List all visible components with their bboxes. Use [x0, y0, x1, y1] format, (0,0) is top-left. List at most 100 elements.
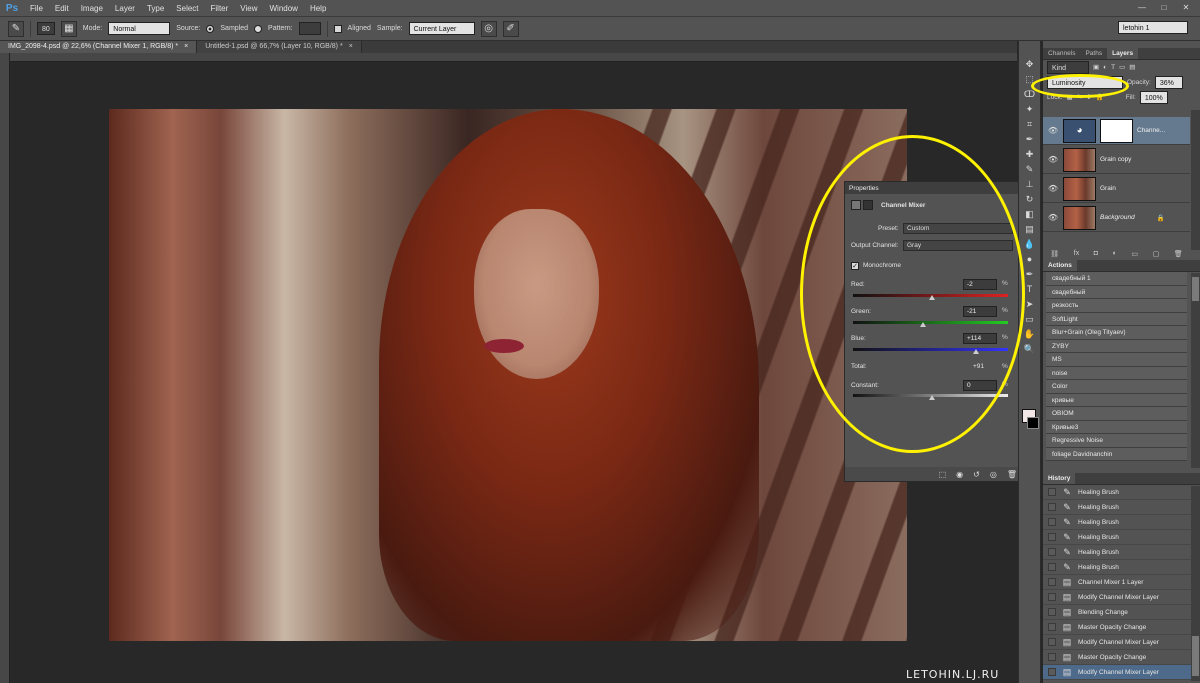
path-select-tool-icon[interactable]: ➤	[1019, 297, 1040, 312]
close-icon[interactable]: ×	[184, 41, 188, 53]
history-state[interactable]: ✎ Healing Brush	[1043, 515, 1200, 530]
brush-tool-icon[interactable]: ✎	[1019, 162, 1040, 177]
clone-stamp-tool-icon[interactable]: ⊥	[1019, 177, 1040, 192]
action-set[interactable]: резкость	[1046, 299, 1187, 313]
close-icon[interactable]: ×	[349, 41, 353, 53]
snapshot-source-checkbox[interactable]	[1048, 548, 1056, 556]
history-state[interactable]: ▤ Blending Change	[1043, 605, 1200, 620]
green-value-input[interactable]: -21	[963, 306, 997, 317]
maximize-icon[interactable]: □	[1154, 2, 1174, 14]
brush-size-picker[interactable]: 80	[37, 22, 55, 35]
menu-filter[interactable]: Filter	[205, 4, 235, 13]
view-previous-icon[interactable]: ◉	[956, 470, 963, 479]
action-set[interactable]: SoftLight	[1046, 312, 1187, 326]
type-filter-icon[interactable]: T	[1111, 64, 1115, 71]
history-state[interactable]: ▤ Master Opacity Change	[1043, 650, 1200, 665]
hand-tool-icon[interactable]: ✋	[1019, 327, 1040, 342]
action-set[interactable]: кривые	[1046, 393, 1187, 407]
action-set[interactable]: foliage Davidnanchin	[1046, 447, 1187, 461]
green-slider-track[interactable]	[853, 321, 1008, 324]
action-set[interactable]: Color	[1046, 380, 1187, 394]
move-tool-icon[interactable]: ✥	[1019, 57, 1040, 72]
green-slider-handle[interactable]	[920, 322, 926, 327]
trash-icon[interactable]: 🗑	[1007, 470, 1017, 479]
eraser-tool-icon[interactable]: ◧	[1019, 207, 1040, 222]
pixel-filter-icon[interactable]: ▣	[1093, 63, 1099, 71]
sampled-radio[interactable]	[206, 24, 215, 33]
action-set[interactable]: OBIOM	[1046, 407, 1187, 421]
clip-to-layer-icon[interactable]: ⬚	[939, 470, 947, 479]
history-state[interactable]: ✎ Healing Brush	[1043, 530, 1200, 545]
tab-channels[interactable]: Channels	[1043, 48, 1080, 59]
menu-layer[interactable]: Layer	[109, 4, 141, 13]
visibility-icon[interactable]: ◎	[990, 470, 997, 479]
pressure-size-icon[interactable]: ✐	[502, 20, 519, 37]
eye-icon[interactable]: 👁	[1047, 213, 1059, 222]
dodge-tool-icon[interactable]: ●	[1019, 252, 1040, 267]
healing-brush-tool-icon[interactable]: ✚	[1019, 147, 1040, 162]
zoom-tool-icon[interactable]: 🔍	[1019, 342, 1040, 357]
snapshot-source-checkbox[interactable]	[1048, 578, 1056, 586]
history-state[interactable]: ▤ Modify Channel Mixer Layer	[1043, 635, 1200, 650]
menu-help[interactable]: Help	[304, 4, 332, 13]
snapshot-source-checkbox[interactable]	[1048, 608, 1056, 616]
opacity-input[interactable]: 36%	[1154, 75, 1183, 89]
action-set[interactable]: свадебный 1	[1046, 272, 1187, 286]
snapshot-source-checkbox[interactable]	[1048, 653, 1056, 661]
mask-icon[interactable]	[863, 200, 873, 210]
shape-tool-icon[interactable]: ▭	[1019, 312, 1040, 327]
sample-select[interactable]: Current Layer	[408, 22, 475, 35]
mode-select[interactable]: Normal	[108, 22, 171, 35]
snapshot-source-checkbox[interactable]	[1048, 623, 1056, 631]
lock-transparent-icon[interactable]: ▦	[1067, 93, 1073, 101]
history-state[interactable]: ✎ Healing Brush	[1043, 545, 1200, 560]
snapshot-source-checkbox[interactable]	[1048, 638, 1056, 646]
blue-slider-handle[interactable]	[973, 349, 979, 354]
history-state[interactable]: ✎ Healing Brush	[1043, 485, 1200, 500]
smart-object-filter-icon[interactable]: ▤	[1129, 63, 1135, 71]
ignore-adjustment-layers-icon[interactable]: ◎	[480, 20, 497, 37]
eye-icon[interactable]: 👁	[1047, 155, 1059, 164]
eye-icon[interactable]: 👁	[1047, 184, 1059, 193]
action-set[interactable]: ZYBY	[1046, 339, 1187, 353]
action-set[interactable]: MS	[1046, 353, 1187, 367]
action-set[interactable]: свадебный	[1046, 285, 1187, 299]
history-state[interactable]: ✎ Healing Brush	[1043, 560, 1200, 575]
fill-input[interactable]: 100%	[1139, 90, 1168, 104]
workspace-select[interactable]: letohin 1	[1118, 21, 1188, 34]
shape-filter-icon[interactable]: ▭	[1119, 63, 1125, 71]
red-value-input[interactable]: -2	[963, 279, 997, 290]
red-slider-handle[interactable]	[929, 295, 935, 300]
lock-all-icon[interactable]: 🔒	[1096, 93, 1104, 101]
tab-paths[interactable]: Paths	[1080, 48, 1107, 59]
blur-tool-icon[interactable]: 💧	[1019, 237, 1040, 252]
blend-mode-select[interactable]: Luminosity	[1047, 75, 1123, 89]
history-state[interactable]: ▤ Master Opacity Change	[1043, 620, 1200, 635]
snapshot-source-checkbox[interactable]	[1048, 593, 1056, 601]
tab-actions[interactable]: Actions	[1043, 260, 1077, 271]
snapshot-source-checkbox[interactable]	[1048, 668, 1056, 676]
lasso-tool-icon[interactable]: ↀ	[1019, 87, 1040, 102]
type-tool-icon[interactable]: T	[1019, 282, 1040, 297]
pattern-picker[interactable]	[298, 22, 321, 35]
layer-row[interactable]: 👁 ◕ Channe...	[1043, 117, 1190, 145]
tab-history[interactable]: History	[1043, 473, 1076, 484]
close-icon[interactable]: ✕	[1176, 2, 1196, 14]
menu-window[interactable]: Window	[264, 4, 304, 13]
doc-tab-img2098[interactable]: IMG_2098-4.psd @ 22,6% (Channel Mixer 1,…	[0, 41, 198, 53]
history-state[interactable]: ▤ Modify Channel Mixer Layer	[1043, 590, 1200, 605]
brush-settings-icon[interactable]: ▦	[60, 20, 77, 37]
pen-tool-icon[interactable]: ✒	[1019, 267, 1040, 282]
action-set[interactable]: noise	[1046, 366, 1187, 380]
history-state-current[interactable]: ▤ Modify Channel Mixer Layer	[1043, 665, 1200, 680]
crop-tool-icon[interactable]: ⌗	[1019, 117, 1040, 132]
quick-select-tool-icon[interactable]: ✦	[1019, 102, 1040, 117]
eye-icon[interactable]: 👁	[1047, 126, 1059, 135]
menu-view[interactable]: View	[234, 4, 263, 13]
snapshot-source-checkbox[interactable]	[1048, 503, 1056, 511]
action-set[interactable]: Regressive Noise	[1046, 434, 1187, 448]
layers-scrollbar[interactable]	[1191, 110, 1200, 250]
lock-move-icon[interactable]: ✥	[1086, 93, 1091, 101]
history-brush-tool-icon[interactable]: ↻	[1019, 192, 1040, 207]
menu-select[interactable]: Select	[170, 4, 204, 13]
